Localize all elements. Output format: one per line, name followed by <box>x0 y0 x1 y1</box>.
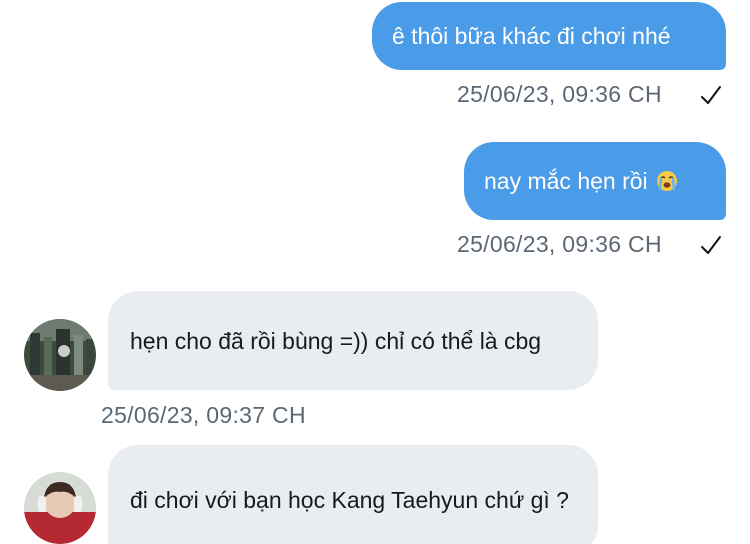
message-timestamp: 25/06/23, 09:36 CH <box>457 231 662 257</box>
message-text: nay mắc hẹn rồi <box>484 168 648 194</box>
message-timestamp: 25/06/23, 09:36 CH <box>457 81 662 107</box>
avatar-photo-person-icon <box>24 472 96 544</box>
loudly-crying-face-emoji <box>656 171 677 191</box>
checkmark-icon <box>701 236 721 254</box>
avatar-photo-shop-icon <box>24 319 96 391</box>
sender-avatar[interactable] <box>24 472 96 544</box>
message-timestamp: 25/06/23, 09:37 CH <box>101 402 306 428</box>
outgoing-message-bubble[interactable]: ê thôi bữa khác đi chơi nhé <box>372 2 726 70</box>
message-text: đi chơi với bạn học Kang Taehyun chứ gì … <box>130 487 569 513</box>
message-text: hẹn cho đã rồi bùng =)) chỉ có thể là cb… <box>130 327 542 354</box>
sender-avatar[interactable] <box>24 319 96 391</box>
checkmark-icon <box>701 86 721 104</box>
incoming-message-bubble[interactable]: đi chơi với bạn học Kang Taehyun chứ gì … <box>108 445 598 544</box>
outgoing-message-bubble[interactable]: nay mắc hẹn rồi <box>464 142 726 220</box>
incoming-message-bubble[interactable]: hẹn cho đã rồi bùng =)) chỉ có thể là cb… <box>108 291 598 390</box>
chat-conversation: ê thôi bữa khác đi chơi nhé 25/06/23, 09… <box>0 0 750 544</box>
message-text: ê thôi bữa khác đi chơi nhé <box>392 23 671 49</box>
